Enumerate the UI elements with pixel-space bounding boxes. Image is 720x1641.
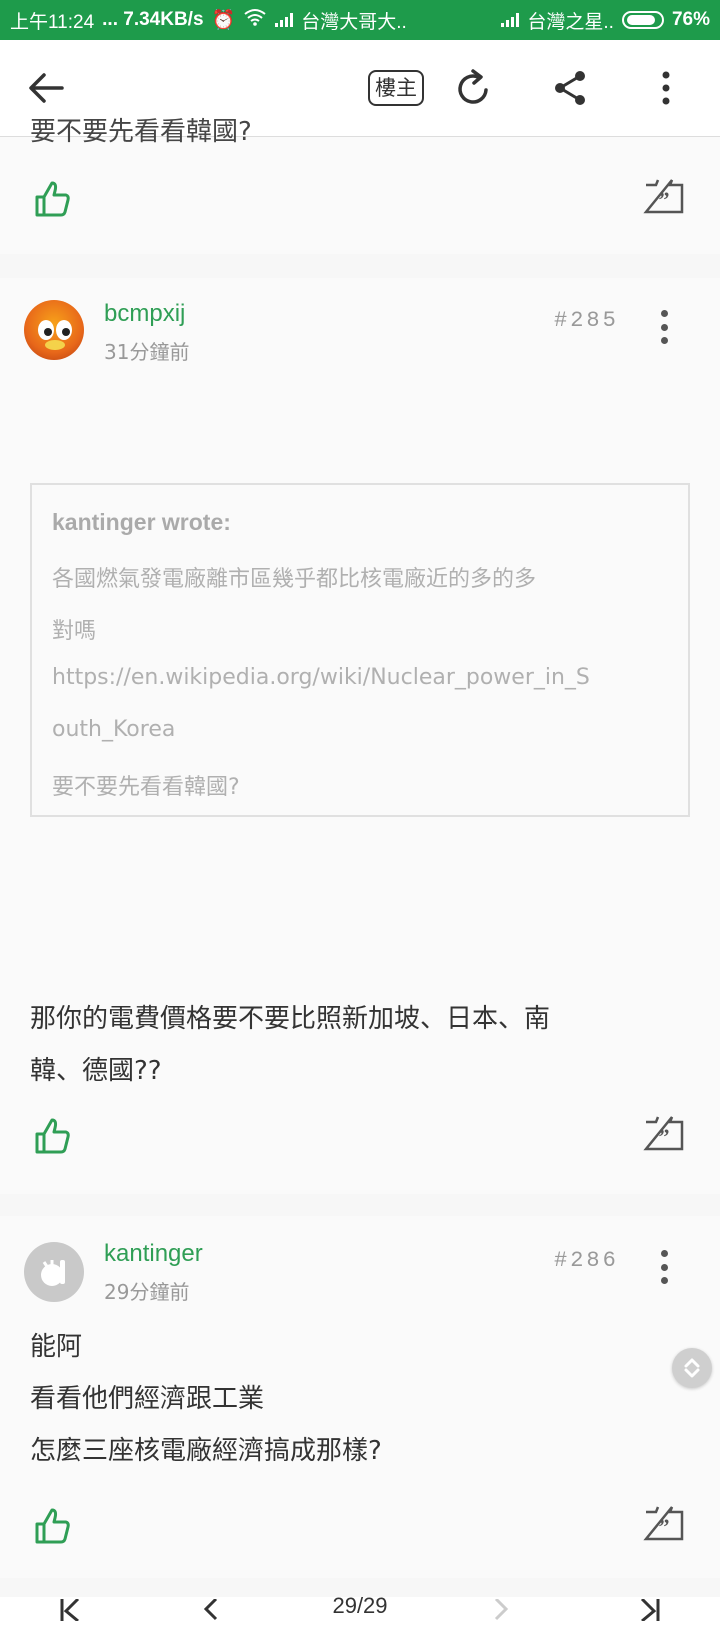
owner-only-button[interactable]: 樓主: [368, 66, 424, 110]
carrier-2: 台灣之星..: [527, 11, 614, 33]
post-text-line: 看看他們經濟跟工業: [30, 1384, 265, 1414]
like-icon[interactable]: [32, 179, 76, 223]
svg-text:”: ”: [659, 1514, 670, 1539]
quote-line: 各國燃氣發電廠離市區幾乎都比核電廠近的多的多: [52, 567, 537, 592]
quote-link[interactable]: outh_Korea: [52, 717, 175, 742]
prev-post-footer: 要不要先看看韓國? ”: [0, 117, 720, 254]
like-icon[interactable]: [32, 1116, 76, 1160]
svg-text:”: ”: [659, 1124, 670, 1149]
share-icon[interactable]: [552, 66, 588, 110]
signal-icon: [275, 13, 294, 27]
last-page-icon[interactable]: [636, 1597, 662, 1625]
battery-icon: [621, 11, 664, 29]
page-indicator[interactable]: 29/29: [320, 1593, 400, 1619]
quote-icon[interactable]: ”: [642, 1504, 686, 1548]
alarm-icon: ⏰: [211, 10, 236, 31]
prev-page-icon[interactable]: [200, 1597, 222, 1625]
network-speed: ... 7.34KB/s: [102, 9, 204, 30]
battery-level: 76%: [671, 9, 710, 30]
wifi-icon: [243, 8, 267, 32]
carrier-1: 台灣大哥大..: [301, 11, 407, 33]
post-text-line: 那你的電費價格要不要比照新加坡、日本、南: [30, 1004, 551, 1034]
username[interactable]: bcmpxij: [104, 300, 185, 328]
signal-icon-2: [501, 13, 520, 27]
scroll-handle[interactable]: [672, 1348, 712, 1388]
post-text-line: 怎麼三座核電廠經濟搞成那樣?: [30, 1436, 382, 1466]
owner-only-label: 樓主: [368, 70, 424, 106]
quote-icon[interactable]: ”: [642, 1114, 686, 1158]
post-more-icon[interactable]: [658, 310, 670, 344]
bottom-nav: 29/29: [0, 1593, 720, 1641]
overflow-menu-icon[interactable]: [660, 66, 672, 110]
post-text-line: 能阿: [30, 1332, 83, 1362]
floor-number: #286: [554, 1248, 619, 1273]
post-285: bcmpxij 31分鐘前 #285 kantinger wrote: 各國燃氣…: [0, 278, 720, 1194]
post-text-line: 韓、德國??: [30, 1056, 162, 1086]
refresh-icon[interactable]: [454, 66, 492, 110]
post-286: kantinger 29分鐘前 #286 能阿 看看他們經濟跟工業 怎麼三座核電…: [0, 1216, 720, 1578]
post-time: 29分鐘前: [104, 1280, 190, 1304]
avatar[interactable]: [24, 1242, 84, 1302]
quote-icon[interactable]: ”: [642, 177, 686, 221]
like-icon[interactable]: [32, 1506, 76, 1550]
prev-post-cut-text: 要不要先看看韓國?: [30, 117, 252, 147]
quote-block: kantinger wrote: 各國燃氣發電廠離市區幾乎都比核電廠近的多的多 …: [30, 483, 690, 817]
username[interactable]: kantinger: [104, 1240, 203, 1268]
first-page-icon[interactable]: [58, 1597, 84, 1625]
avatar[interactable]: [24, 300, 84, 360]
post-time: 31分鐘前: [104, 340, 190, 364]
next-page-icon[interactable]: [490, 1597, 512, 1625]
post-more-icon[interactable]: [658, 1250, 670, 1284]
quote-line: 要不要先看看韓國?: [52, 775, 240, 800]
svg-text:”: ”: [659, 187, 670, 212]
quote-line: 對嗎: [52, 619, 97, 644]
status-bar: 上午11:24 ... 7.34KB/s ⏰ 台灣大哥大.. 台灣之星.. 76…: [0, 0, 720, 40]
quote-author: kantinger wrote:: [52, 509, 231, 535]
floor-number: #285: [554, 308, 619, 333]
clock: 上午11:24: [10, 11, 95, 33]
quote-link[interactable]: https://en.wikipedia.org/wiki/Nuclear_po…: [52, 665, 590, 690]
back-arrow-icon[interactable]: [28, 66, 64, 110]
